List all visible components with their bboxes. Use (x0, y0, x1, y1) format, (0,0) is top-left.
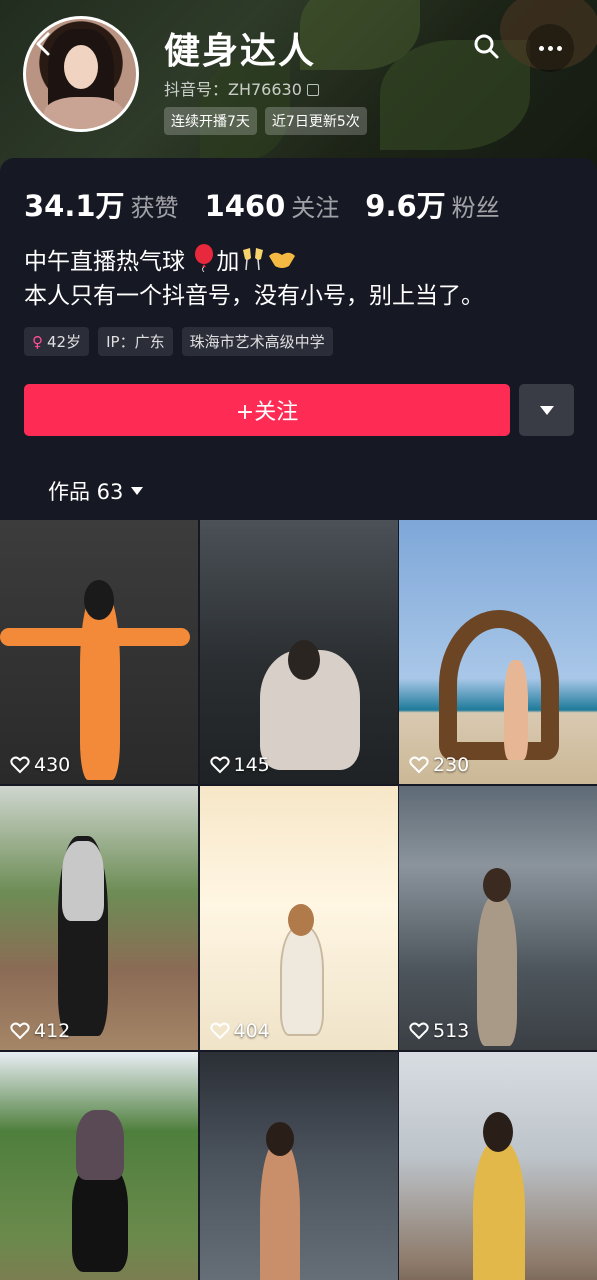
age-text: 42岁 (47, 333, 82, 351)
activity-badges: 连续开播7天 近7日更新5次 (164, 107, 367, 135)
followers-count: 9.6万 (365, 189, 446, 223)
likes-label: 获赞 (130, 194, 179, 222)
douyin-id-text: 抖音号：ZH76630 (164, 80, 302, 99)
more-icon[interactable] (526, 24, 574, 72)
like-count: 404 (209, 1020, 270, 1042)
school-tag[interactable]: 珠海市艺术高级中学 (181, 327, 333, 356)
cheers-icon (243, 248, 264, 271)
badge-update-count: 近7日更新5次 (264, 107, 367, 135)
stat-followers[interactable]: 9.6万 粉丝 (365, 183, 499, 225)
like-count: 230 (409, 754, 469, 776)
info-tags: ♀ 42岁 IP：广东 珠海市艺术高级中学 (24, 327, 333, 356)
following-count: 1460 (204, 189, 286, 223)
like-count-text: 412 (34, 1020, 71, 1042)
age-tag: ♀ 42岁 (24, 327, 90, 356)
balloon-icon (195, 244, 214, 272)
bio-line-1: 中午直播热气球 加 (24, 244, 484, 279)
video-tile[interactable]: 513 (399, 786, 597, 1050)
bio-line-1-text: 中午直播热气球 (24, 249, 185, 275)
douyin-id[interactable]: 抖音号：ZH76630 (164, 76, 319, 100)
back-icon[interactable] (30, 30, 58, 58)
heart-icon (209, 1022, 230, 1040)
bio-line-1-mid: 加 (216, 249, 240, 275)
stat-following[interactable]: 1460 关注 (205, 188, 340, 223)
female-icon: ♀ (32, 332, 43, 351)
heart-icon (10, 1022, 30, 1040)
heart-icon (409, 1022, 429, 1040)
bio-line-2: 本人只有一个抖音号，没有小号，别上当了。 (24, 283, 484, 309)
profile-stats: 34.1万 获赞 1460 关注 9.6万 粉丝 (24, 183, 500, 225)
video-tile[interactable]: 412 (0, 786, 198, 1050)
video-tile[interactable]: 145 (199, 520, 398, 784)
video-tile[interactable] (199, 1052, 398, 1280)
tab-works-label: 作品 63 (48, 480, 124, 504)
like-count-text: 513 (433, 1020, 470, 1042)
video-tile[interactable]: 404 (199, 786, 398, 1050)
like-count-text: 404 (233, 1020, 270, 1042)
copy-icon[interactable] (306, 84, 319, 96)
like-count-text: 430 (34, 754, 71, 776)
like-count: 145 (209, 754, 270, 776)
like-count: 430 (10, 754, 70, 776)
likes-count: 34.1万 (24, 189, 125, 223)
video-tile[interactable]: 230 (399, 520, 597, 784)
handshake-icon (269, 252, 296, 268)
heart-icon (209, 756, 230, 774)
like-count: 412 (10, 1020, 70, 1042)
bio: 中午直播热气球 加 本人只有一个抖音号，没有小号，别上当了。 (24, 244, 484, 313)
follow-button[interactable]: +关注 (24, 384, 510, 436)
badge-live-streak: 连续开播7天 (164, 107, 257, 135)
video-tile[interactable] (0, 1052, 198, 1280)
ip-tag: IP：广东 (98, 327, 173, 356)
like-count: 513 (409, 1020, 469, 1042)
recommend-dropdown-button[interactable] (519, 384, 574, 436)
followers-label: 粉丝 (451, 194, 500, 222)
profile-card: 34.1万 获赞 1460 关注 9.6万 粉丝 中午直播热气球 加 本人只有一… (0, 158, 597, 520)
heart-icon (409, 756, 429, 774)
video-tile[interactable] (399, 1052, 597, 1280)
like-count-text: 230 (433, 754, 470, 776)
profile-name: 健身达人 (164, 31, 317, 72)
tab-works[interactable]: 作品 63 (48, 476, 144, 506)
video-grid: 430 145 230 412 404 513 (0, 520, 597, 1280)
heart-icon (10, 756, 30, 774)
following-label: 关注 (291, 194, 340, 222)
chevron-down-icon (131, 487, 144, 495)
video-tile[interactable]: 430 (0, 520, 198, 784)
search-icon[interactable] (470, 30, 502, 62)
like-count-text: 145 (233, 754, 270, 776)
stat-likes[interactable]: 34.1万 获赞 (24, 183, 179, 225)
chevron-down-icon (539, 405, 554, 415)
